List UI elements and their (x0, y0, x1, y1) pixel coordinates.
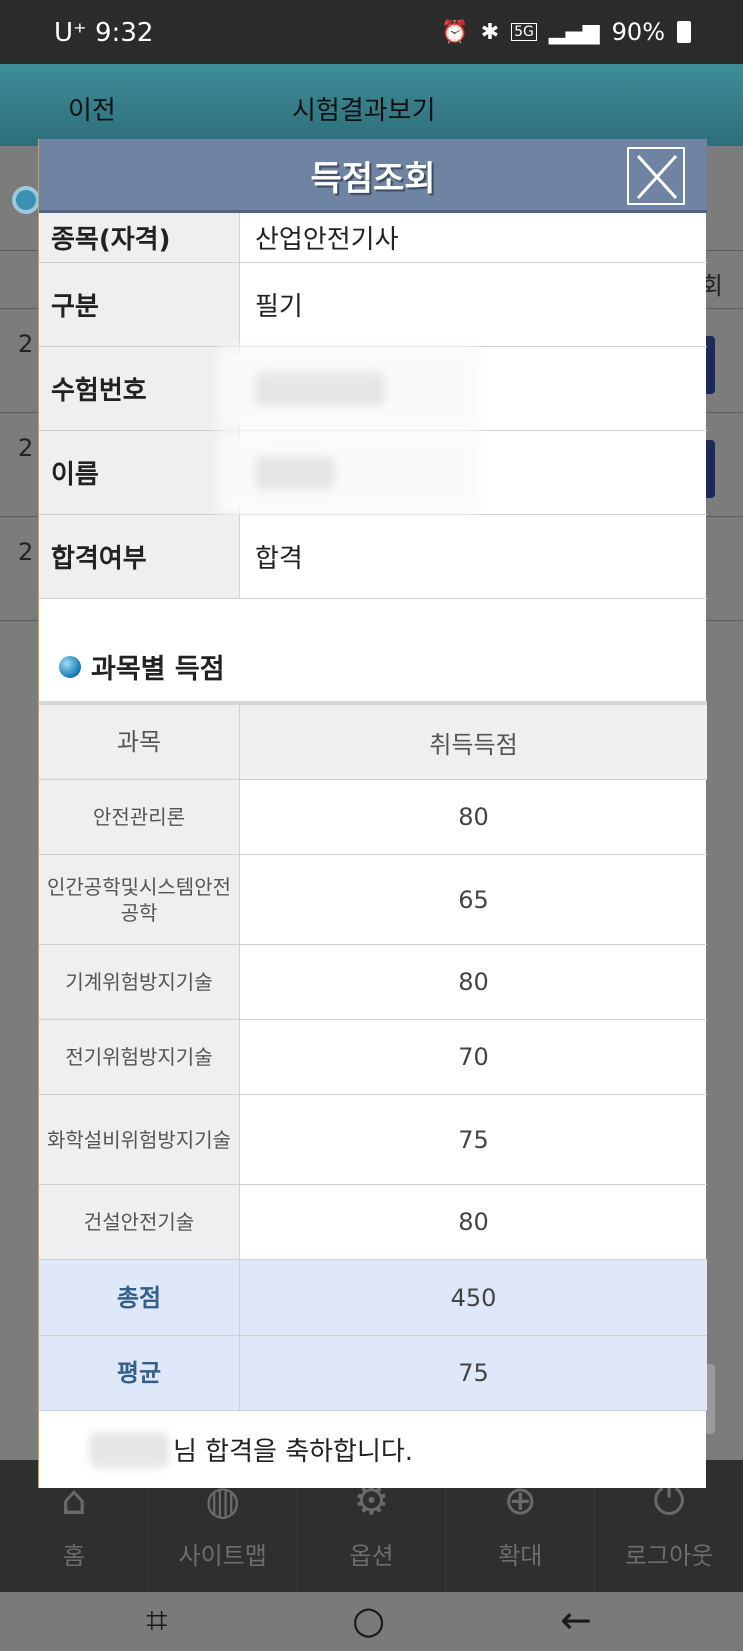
modal-title: 득점조회 (310, 159, 436, 199)
score-cell: 70 (458, 1043, 489, 1071)
info-value-redacted (255, 431, 335, 514)
info-label: 수험번호 (39, 347, 240, 430)
subject-cell: 건설안전기술 (39, 1185, 240, 1259)
average-row: 평균 75 (39, 1336, 707, 1411)
subject-cell: 전기위험방지기술 (39, 1020, 240, 1094)
alarm-icon: ⏰ (441, 19, 469, 45)
score-cell: 80 (458, 1208, 489, 1236)
back-link[interactable]: 이전 (68, 90, 116, 127)
congrats-message: 님 합격을 축하합니다. (89, 1431, 413, 1468)
subject-cell: 기계위험방지기술 (39, 945, 240, 1019)
info-value: 합격 (255, 544, 303, 574)
background-row-number: 2 (18, 538, 34, 566)
header-score: 취득득점 (240, 705, 707, 779)
battery-percent: 90% (611, 18, 665, 46)
recents-button[interactable]: ⌗ (146, 1598, 167, 1643)
info-label: 합격여부 (39, 515, 240, 598)
score-cell: 75 (458, 1125, 489, 1154)
back-button[interactable]: ← (560, 1598, 592, 1642)
total-label: 총점 (39, 1260, 240, 1335)
background-row-number: 2 (18, 330, 34, 358)
average-value: 75 (240, 1336, 707, 1410)
info-value: 산업안전기사 (255, 225, 399, 255)
score-cell: 80 (458, 968, 489, 996)
carrier-time: U⁺ 9:32 (54, 18, 154, 48)
background-bullet-icon (12, 186, 40, 214)
info-label: 구분 (39, 263, 240, 346)
subject-cell: 인간공학및시스템안전공학 (39, 855, 240, 944)
section-title: 과목별 득점 (59, 647, 225, 686)
modal-header: 득점조회 (39, 139, 707, 213)
background-page-title: 시험결과보기 (292, 96, 436, 126)
table-row: 안전관리론 80 (39, 780, 707, 855)
header-subject: 과목 (39, 705, 240, 779)
info-label: 이름 (39, 431, 240, 514)
info-row-subject: 종목(자격) 산업안전기사 (39, 213, 707, 263)
table-row: 인간공학및시스템안전공학 65 (39, 855, 707, 945)
total-value: 450 (240, 1260, 707, 1335)
info-row-pass-status: 합격여부 합격 (39, 515, 707, 599)
score-cell: 65 (458, 885, 489, 914)
info-row-name: 이름 (39, 431, 707, 515)
table-row: 건설안전기술 80 (39, 1185, 707, 1260)
info-row-exam-number: 수험번호 (39, 347, 707, 431)
status-icons: ⏰ ✱ 5G ▂▄▆ 90% (441, 18, 691, 46)
status-bar: U⁺ 9:32 ⏰ ✱ 5G ▂▄▆ 90% (0, 0, 743, 64)
table-row: 기계위험방지기술 80 (39, 945, 707, 1020)
close-icon (636, 154, 678, 200)
bullet-icon (59, 655, 81, 678)
bluetooth-icon: ✱ (480, 19, 500, 45)
score-modal: 득점조회 종목(자격) 산업안전기사 구분 필기 수험번호 이름 합격여부 합격… (38, 139, 707, 1488)
info-value: 필기 (255, 292, 303, 322)
network-badge: 5G (511, 23, 537, 41)
info-value-redacted (255, 347, 385, 430)
average-label: 평균 (39, 1336, 240, 1410)
total-row: 총점 450 (39, 1260, 707, 1336)
redacted-name (89, 1431, 169, 1468)
info-label: 종목(자격) (39, 213, 240, 262)
background-row-number: 2 (18, 434, 34, 462)
subject-cell: 안전관리론 (39, 780, 240, 854)
close-button[interactable] (627, 147, 685, 205)
battery-icon (677, 21, 691, 43)
signal-icon: ▂▄▆ (548, 19, 600, 45)
score-table-header: 과목 취득득점 (39, 705, 707, 780)
home-button[interactable]: ○ (352, 1598, 385, 1642)
score-cell: 80 (458, 803, 489, 831)
background-header: 이전 시험결과보기 (0, 64, 743, 146)
subject-cell: 화학설비위험방지기술 (39, 1095, 240, 1184)
system-nav-bar: ⌗ ○ ← (0, 1592, 743, 1651)
info-row-type: 구분 필기 (39, 263, 707, 347)
table-row: 전기위험방지기술 70 (39, 1020, 707, 1095)
table-row: 화학설비위험방지기술 75 (39, 1095, 707, 1185)
